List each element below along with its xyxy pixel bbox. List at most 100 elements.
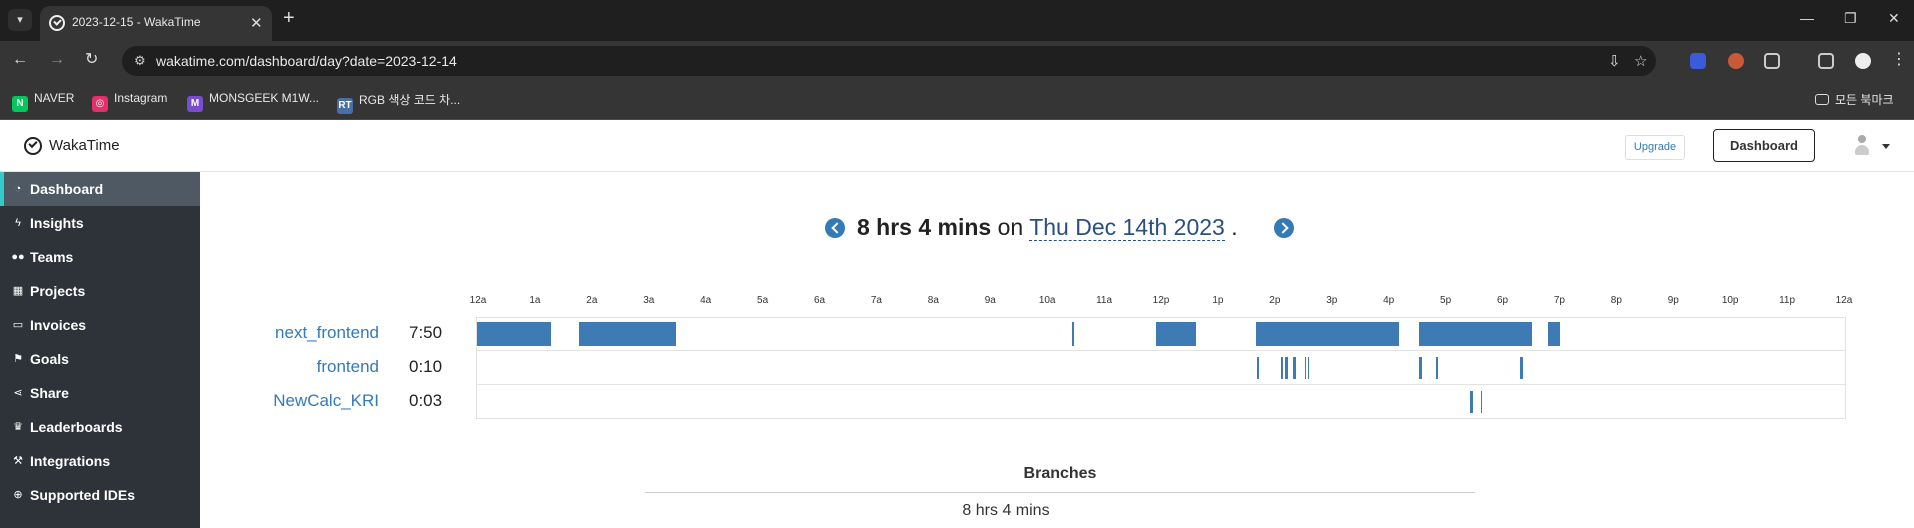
sidebar-item-share[interactable]: ⋖ Share — [0, 376, 200, 410]
project-duration: 7:50 — [409, 323, 443, 342]
activity-segment[interactable] — [1520, 357, 1524, 379]
minimize-icon[interactable]: — — [1800, 10, 1814, 26]
hour-tick-label: 11p — [1779, 295, 1796, 306]
sidebar-item-teams[interactable]: ●● Teams — [0, 240, 200, 274]
sidebar-item-invoices[interactable]: ▭ Invoices — [0, 308, 200, 342]
hour-tick-label: 9a — [984, 295, 996, 306]
activity-segment[interactable] — [1418, 322, 1532, 346]
bookmark-label: NAVER — [34, 91, 75, 105]
forward-icon[interactable]: → — [49, 51, 65, 69]
users-icon: ●● — [11, 251, 25, 263]
window-close-icon[interactable]: ✕ — [1888, 10, 1900, 27]
activity-segment[interactable] — [1304, 357, 1307, 379]
browser-tab-strip: ▾ 2023-12-15 - WakaTime ✕ + — ❐ ✕ — [0, 0, 1914, 41]
sidebar-item-label: Leaderboards — [30, 419, 123, 435]
activity-segment[interactable] — [1280, 357, 1283, 379]
activity-segment[interactable] — [1255, 322, 1400, 346]
all-bookmarks-label: 모든 북마크 — [1835, 93, 1894, 107]
new-tab-icon[interactable]: + — [283, 8, 295, 28]
trophy-icon: ♛ — [13, 421, 23, 433]
sidebar-item-dashboard[interactable]: ◔ Dashboard — [0, 172, 200, 206]
sidebar-item-insights[interactable]: ϟ Insights — [0, 206, 200, 240]
project-link[interactable]: NewCalc_KRI — [273, 391, 379, 411]
bookmark-monsgeek[interactable]: M MONSGEEK M1W... — [187, 91, 319, 112]
tab-search-chevron-icon[interactable]: ▾ — [8, 9, 32, 31]
hour-tick-label: 10p — [1721, 295, 1739, 306]
browser-menu-icon[interactable]: ⋮ — [1891, 51, 1907, 69]
project-track — [476, 317, 1846, 351]
hour-tick-label: 6a — [813, 295, 826, 306]
activity-segment[interactable] — [1293, 357, 1297, 379]
caret-down-icon[interactable] — [1882, 144, 1890, 149]
extension-icon[interactable] — [1728, 53, 1744, 69]
hour-tick-label: 5p — [1440, 295, 1452, 306]
hour-tick-label: 2a — [586, 295, 598, 306]
project-link[interactable]: next_frontend — [275, 323, 379, 343]
logo-text[interactable]: WakaTime — [49, 137, 120, 154]
activity-segment[interactable] — [1071, 322, 1074, 346]
sidebar-item-label: Projects — [30, 283, 86, 299]
install-app-icon[interactable]: ⇩ — [1608, 52, 1621, 70]
user-avatar[interactable] — [1853, 135, 1871, 159]
activity-segment[interactable] — [1547, 322, 1561, 346]
hour-tick-label: 4p — [1383, 295, 1395, 306]
activity-segment[interactable] — [1418, 357, 1422, 379]
activity-segment[interactable] — [1436, 357, 1438, 379]
bookmarks-bar: N NAVER ◎ Instagram M MONSGEEK M1W... RT RGB… — [0, 81, 1914, 120]
bitwarden-extension-icon[interactable] — [1690, 53, 1706, 69]
activity-segment[interactable] — [578, 322, 676, 346]
bookmark-naver[interactable]: N NAVER — [12, 91, 74, 112]
instagram-icon: ◎ — [92, 96, 108, 112]
hour-tick-label: 12a — [1835, 295, 1853, 306]
activity-segment[interactable] — [1470, 391, 1474, 413]
back-icon[interactable]: ← — [12, 51, 28, 69]
activity-segment[interactable] — [1156, 322, 1197, 346]
tab-close-icon[interactable]: ✕ — [250, 14, 263, 32]
restore-icon[interactable]: ❐ — [1844, 10, 1857, 27]
date-picker[interactable]: Thu Dec 14th 2023 — [1029, 214, 1225, 241]
extensions-puzzle-icon[interactable] — [1764, 53, 1780, 69]
reload-icon[interactable]: ↻ — [85, 51, 98, 69]
hour-tick-label: 3p — [1326, 295, 1338, 306]
activity-segment[interactable] — [1285, 357, 1288, 379]
profile-avatar-icon[interactable] — [1855, 53, 1871, 69]
sidebar-item-label: Share — [30, 385, 69, 401]
project-link[interactable]: frontend — [317, 357, 379, 377]
dashboard-icon: ◔ — [14, 183, 22, 195]
wakatime-favicon-icon — [49, 15, 65, 31]
bolt-icon: ϟ — [15, 217, 21, 229]
sidebar-item-label: Invoices — [30, 317, 87, 333]
side-panel-icon[interactable] — [1818, 53, 1834, 69]
bookmark-rgb[interactable]: RT RGB 색상 코드 차... — [337, 91, 460, 114]
hour-tick-label: 4a — [700, 295, 712, 306]
site-info-icon[interactable]: ⚙ — [134, 53, 146, 69]
dashboard-button[interactable]: Dashboard — [1713, 129, 1815, 162]
activity-segment[interactable] — [1256, 357, 1260, 379]
sidebar-item-goals[interactable]: ⚑ Goals — [0, 342, 200, 376]
sidebar-item-label: Dashboard — [30, 181, 104, 197]
day-summary: 8 hrs 4 mins on Thu Dec 14th 2023 . — [857, 214, 1238, 241]
all-bookmarks[interactable]: 모든 북마크 — [1815, 91, 1894, 108]
activity-segment[interactable] — [1480, 391, 1483, 413]
monsgeek-icon: M — [187, 96, 203, 112]
wakatime-logo-icon[interactable] — [24, 137, 42, 155]
activity-segment[interactable] — [1307, 357, 1310, 379]
previous-day-button[interactable] — [825, 218, 845, 238]
url-text[interactable]: wakatime.com/dashboard/day?date=2023-12-… — [156, 53, 457, 69]
next-day-button[interactable] — [1274, 218, 1294, 238]
bookmark-label: MONSGEEK M1W... — [209, 91, 320, 105]
browser-tab[interactable]: 2023-12-15 - WakaTime ✕ — [40, 6, 272, 41]
sidebar-item-label: Supported IDEs — [30, 487, 136, 503]
tab-title: 2023-12-15 - WakaTime — [72, 15, 201, 29]
hour-tick-label: 11a — [1096, 295, 1113, 306]
bookmark-star-icon[interactable]: ☆ — [1634, 52, 1647, 70]
upgrade-button[interactable]: Upgrade — [1625, 135, 1685, 160]
summary-on: on — [997, 214, 1024, 240]
bookmark-instagram[interactable]: ◎ Instagram — [92, 91, 167, 112]
address-bar[interactable]: ⚙ wakatime.com/dashboard/day?date=2023-1… — [122, 46, 1656, 76]
sidebar-item-projects[interactable]: ▦ Projects — [0, 274, 200, 308]
sidebar-item-leaderboards[interactable]: ♛ Leaderboards — [0, 410, 200, 444]
activity-segment[interactable] — [477, 322, 552, 346]
project-duration: 0:03 — [409, 391, 443, 410]
hour-tick-label: 5a — [757, 295, 769, 306]
